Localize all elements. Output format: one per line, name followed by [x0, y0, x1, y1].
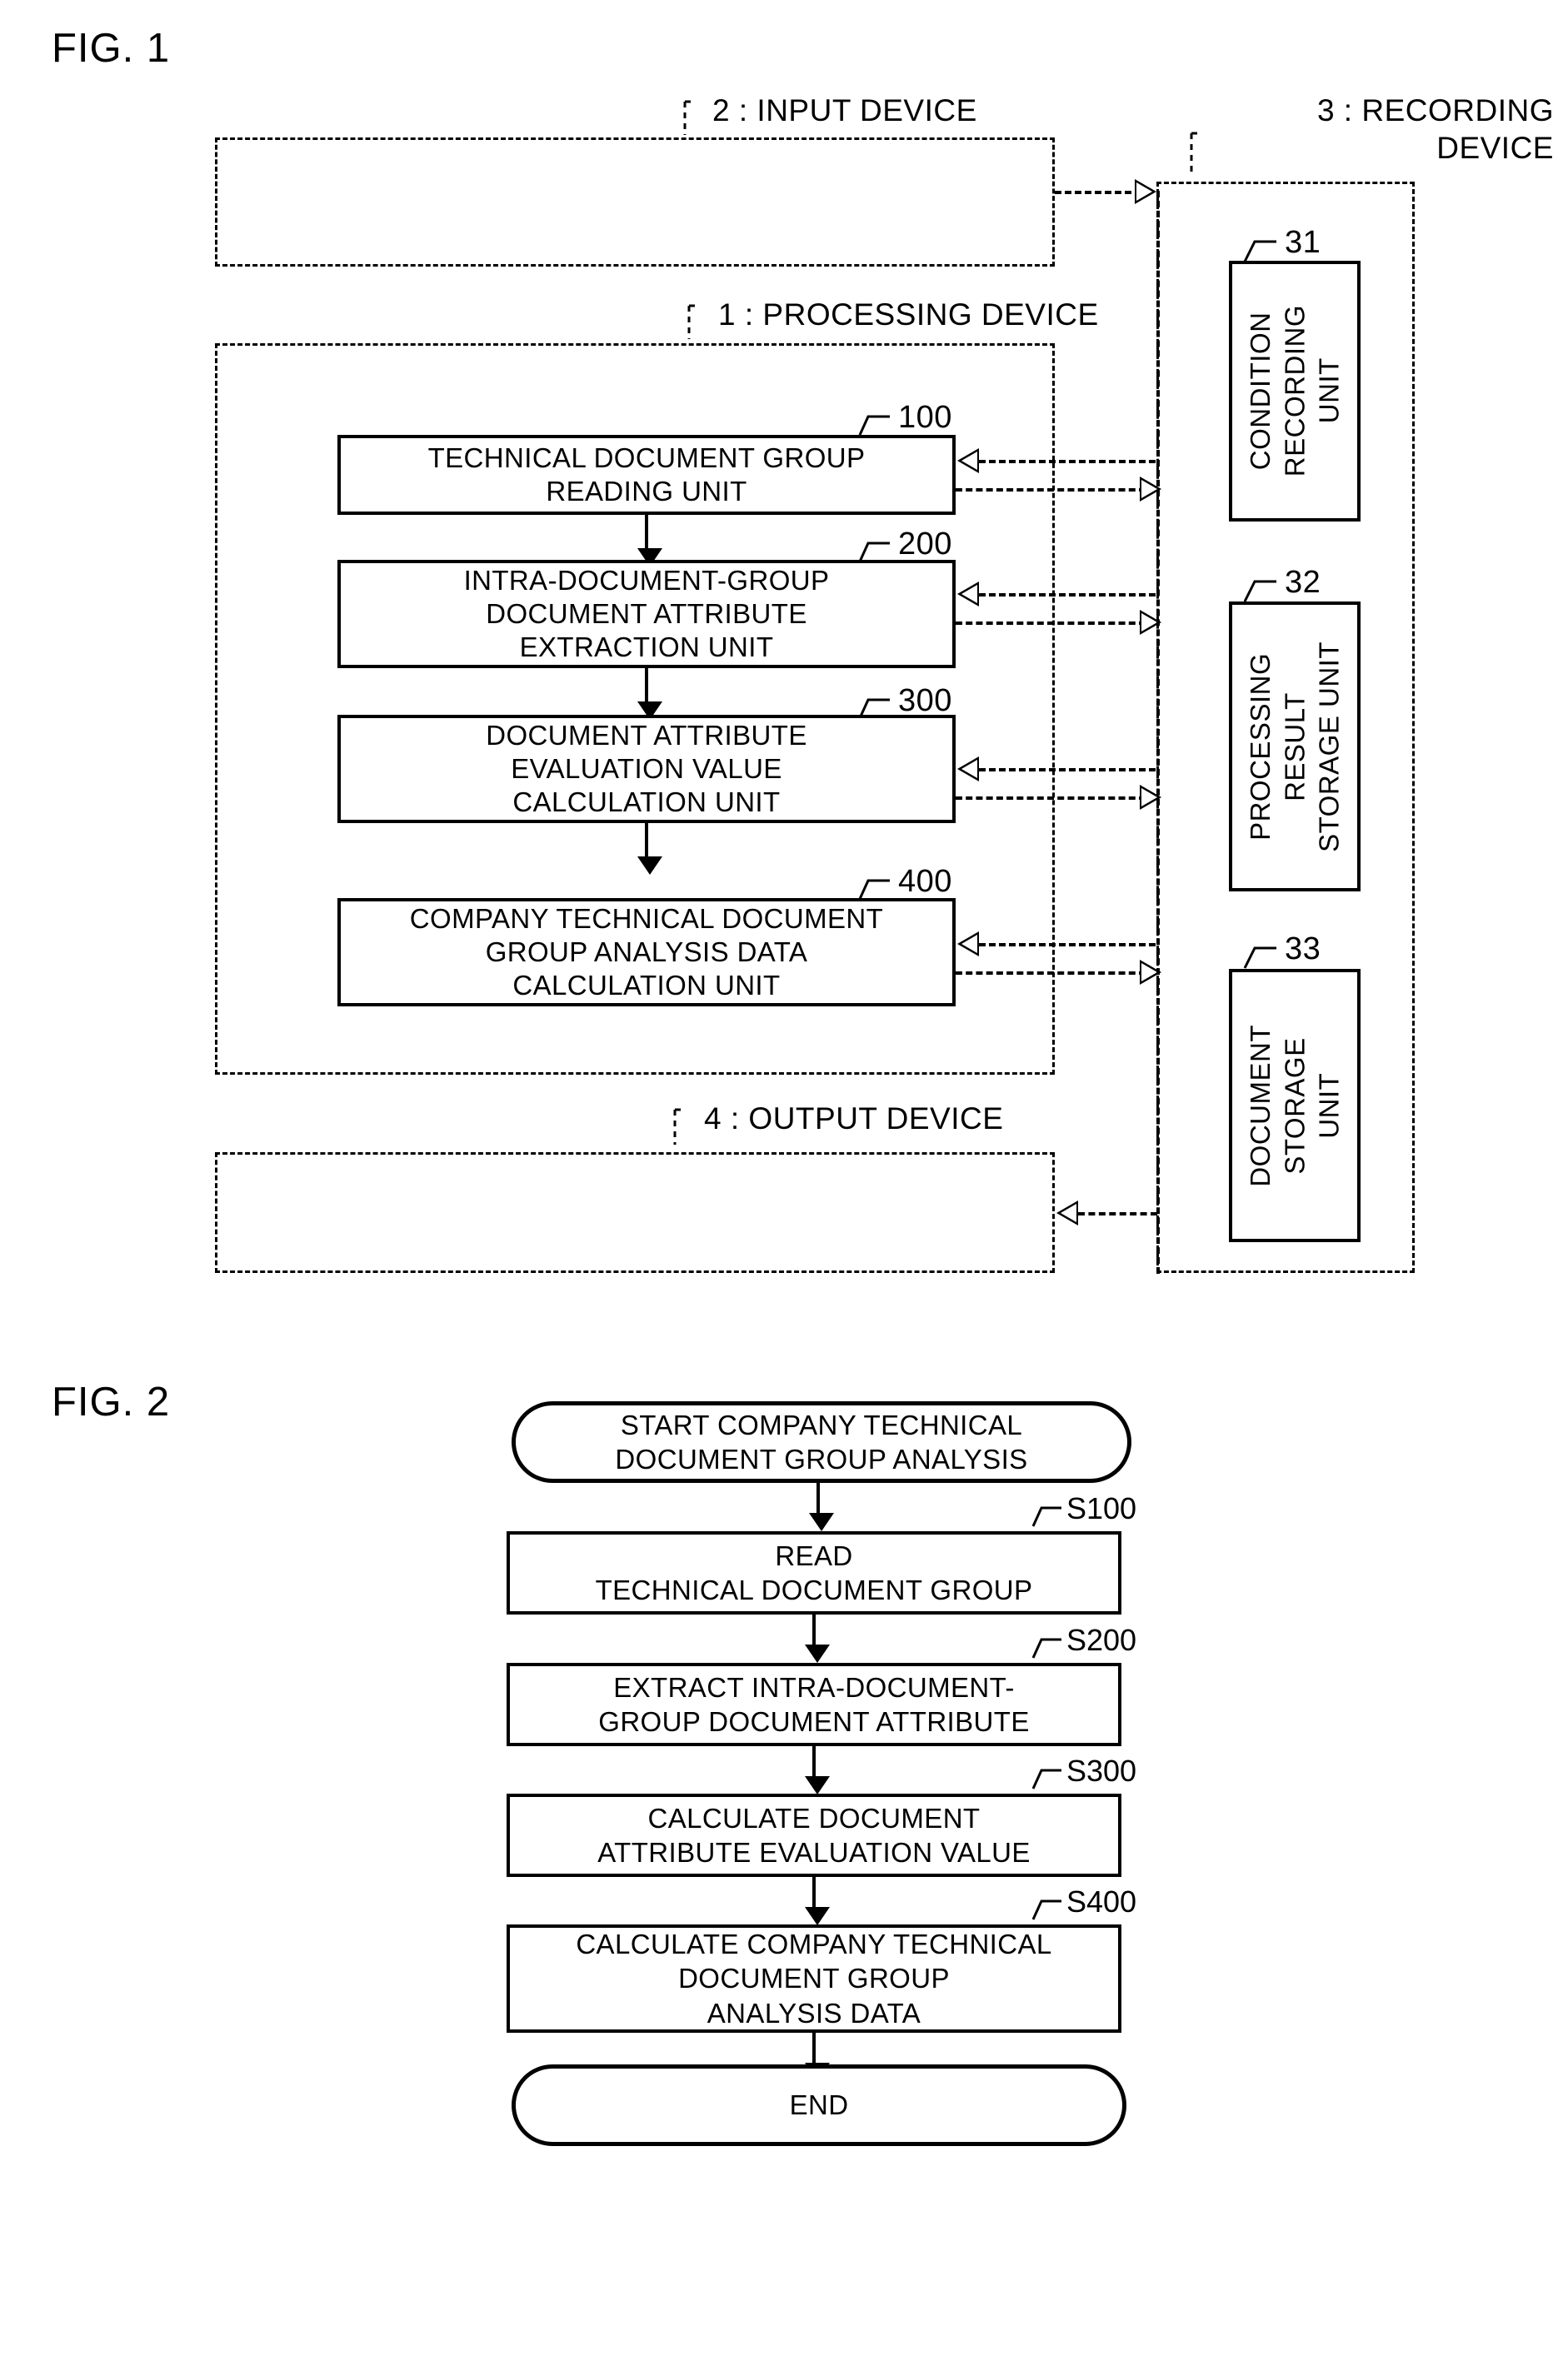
recording-device-label-line1: 3 : RECORDING [1316, 93, 1554, 127]
input-device-label: 2 : INPUT DEVICE [712, 93, 977, 127]
flow-arrow-s400-to-end [805, 2033, 830, 2081]
step-extract-intra-document-group-document-attribute[interactable]: EXTRACT INTRA-DOCUMENT- GROUP DOCUMENT A… [507, 1663, 1121, 1746]
step-extract-intra-document-group-document-attribute-text: EXTRACT INTRA-DOCUMENT- GROUP DOCUMENT A… [598, 1671, 1030, 1737]
output-device-container [215, 1152, 1055, 1273]
flow-arrow-start-to-s100 [809, 1483, 834, 1531]
connector-400-in-arrowhead-icon [957, 931, 979, 956]
step-calculate-company-technical-document-group-analysis-data-text: CALCULATE COMPANY TECHNICAL DOCUMENT GRO… [576, 1929, 1052, 2029]
processing-device-label: 1 : PROCESSING DEVICE [718, 297, 1099, 332]
step-calculate-document-attribute-evaluation-value[interactable]: CALCULATE DOCUMENT ATTRIBUTE EVALUATION … [507, 1794, 1121, 1877]
technical-document-group-reading-unit[interactable]: TECHNICAL DOCUMENT GROUP READING UNIT [337, 435, 956, 515]
connector-300-out [956, 796, 1146, 800]
condition-recording-unit-text: CONDITION RECORDING UNIT [1245, 305, 1345, 477]
recording-device-bus-line [1156, 191, 1160, 1274]
connector-100-in [979, 460, 1156, 463]
end-terminal[interactable]: END [512, 2064, 1126, 2146]
technical-document-group-reading-unit-text: TECHNICAL DOCUMENT GROUP READING UNIT [427, 442, 866, 507]
intra-document-group-document-attribute-extraction-unit-text: INTRA-DOCUMENT-GROUP DOCUMENT ATTRIBUTE … [463, 564, 830, 663]
step-calculate-company-technical-document-group-analysis-data[interactable]: CALCULATE COMPANY TECHNICAL DOCUMENT GRO… [507, 1924, 1121, 2033]
connector-recording-to-output-arrowhead-icon [1056, 1200, 1078, 1225]
connector-input-to-recording [1055, 191, 1141, 194]
intra-document-group-document-attribute-extraction-unit[interactable]: INTRA-DOCUMENT-GROUP DOCUMENT ATTRIBUTE … [337, 560, 956, 668]
company-technical-document-group-analysis-data-calculation-unit-text: COMPANY TECHNICAL DOCUMENT GROUP ANALYSI… [409, 902, 884, 1001]
connector-input-to-recording-arrowhead-icon [1135, 179, 1156, 204]
document-attribute-evaluation-value-calculation-unit[interactable]: DOCUMENT ATTRIBUTE EVALUATION VALUE CALC… [337, 715, 956, 823]
document-storage-unit-text: DOCUMENT STORAGE UNIT [1245, 1024, 1345, 1187]
company-technical-document-group-analysis-data-calculation-unit[interactable]: COMPANY TECHNICAL DOCUMENT GROUP ANALYSI… [337, 898, 956, 1006]
start-terminal-text: START COMPANY TECHNICAL DOCUMENT GROUP A… [615, 1409, 1028, 1475]
document-storage-unit[interactable]: DOCUMENT STORAGE UNIT [1229, 969, 1361, 1242]
input-device-container [215, 137, 1055, 267]
flow-arrow-s100-to-s200 [805, 1615, 830, 1663]
processing-result-storage-unit-text: PROCESSING RESULT STORAGE UNIT [1245, 641, 1345, 852]
processing-result-storage-unit[interactable]: PROCESSING RESULT STORAGE UNIT [1229, 601, 1361, 891]
end-terminal-text: END [789, 2089, 849, 2121]
connector-400-in [979, 943, 1156, 946]
figure-2-title: FIG. 2 [52, 1380, 171, 1425]
flow-arrow-s200-to-s300 [805, 1746, 830, 1794]
start-terminal[interactable]: START COMPANY TECHNICAL DOCUMENT GROUP A… [512, 1401, 1131, 1483]
connector-recording-to-output [1078, 1212, 1157, 1215]
output-device-leader-icon [673, 1108, 683, 1145]
connector-100-in-arrowhead-icon [957, 448, 979, 473]
step-read-technical-document-group-text: READ TECHNICAL DOCUMENT GROUP [595, 1540, 1033, 1605]
connector-200-in [979, 593, 1156, 596]
flow-arrow-200-to-300 [637, 668, 662, 720]
condition-recording-unit[interactable]: CONDITION RECORDING UNIT [1229, 261, 1361, 522]
flow-arrow-s300-to-s400 [805, 1877, 830, 1925]
figure-1-title: FIG. 1 [52, 26, 171, 71]
connector-200-in-arrowhead-icon [957, 582, 979, 606]
patent-drawing-sheet: FIG. 1 2 : INPUT DEVICE 3 : RECORDING DE… [0, 0, 1568, 2361]
flow-arrow-300-to-400 [637, 823, 662, 875]
connector-300-in [979, 768, 1156, 771]
step-read-technical-document-group[interactable]: READ TECHNICAL DOCUMENT GROUP [507, 1531, 1121, 1615]
flow-arrow-100-to-200 [637, 515, 662, 567]
recording-device-label-line2: DEVICE [1436, 131, 1554, 165]
step-calculate-document-attribute-evaluation-value-text: CALCULATE DOCUMENT ATTRIBUTE EVALUATION … [597, 1802, 1031, 1868]
document-attribute-evaluation-value-calculation-unit-text: DOCUMENT ATTRIBUTE EVALUATION VALUE CALC… [486, 719, 807, 818]
connector-300-in-arrowhead-icon [957, 756, 979, 781]
connector-400-out [956, 971, 1146, 975]
connector-200-out [956, 621, 1146, 625]
output-device-label: 4 : OUTPUT DEVICE [704, 1101, 1004, 1136]
connector-100-out [956, 488, 1146, 492]
